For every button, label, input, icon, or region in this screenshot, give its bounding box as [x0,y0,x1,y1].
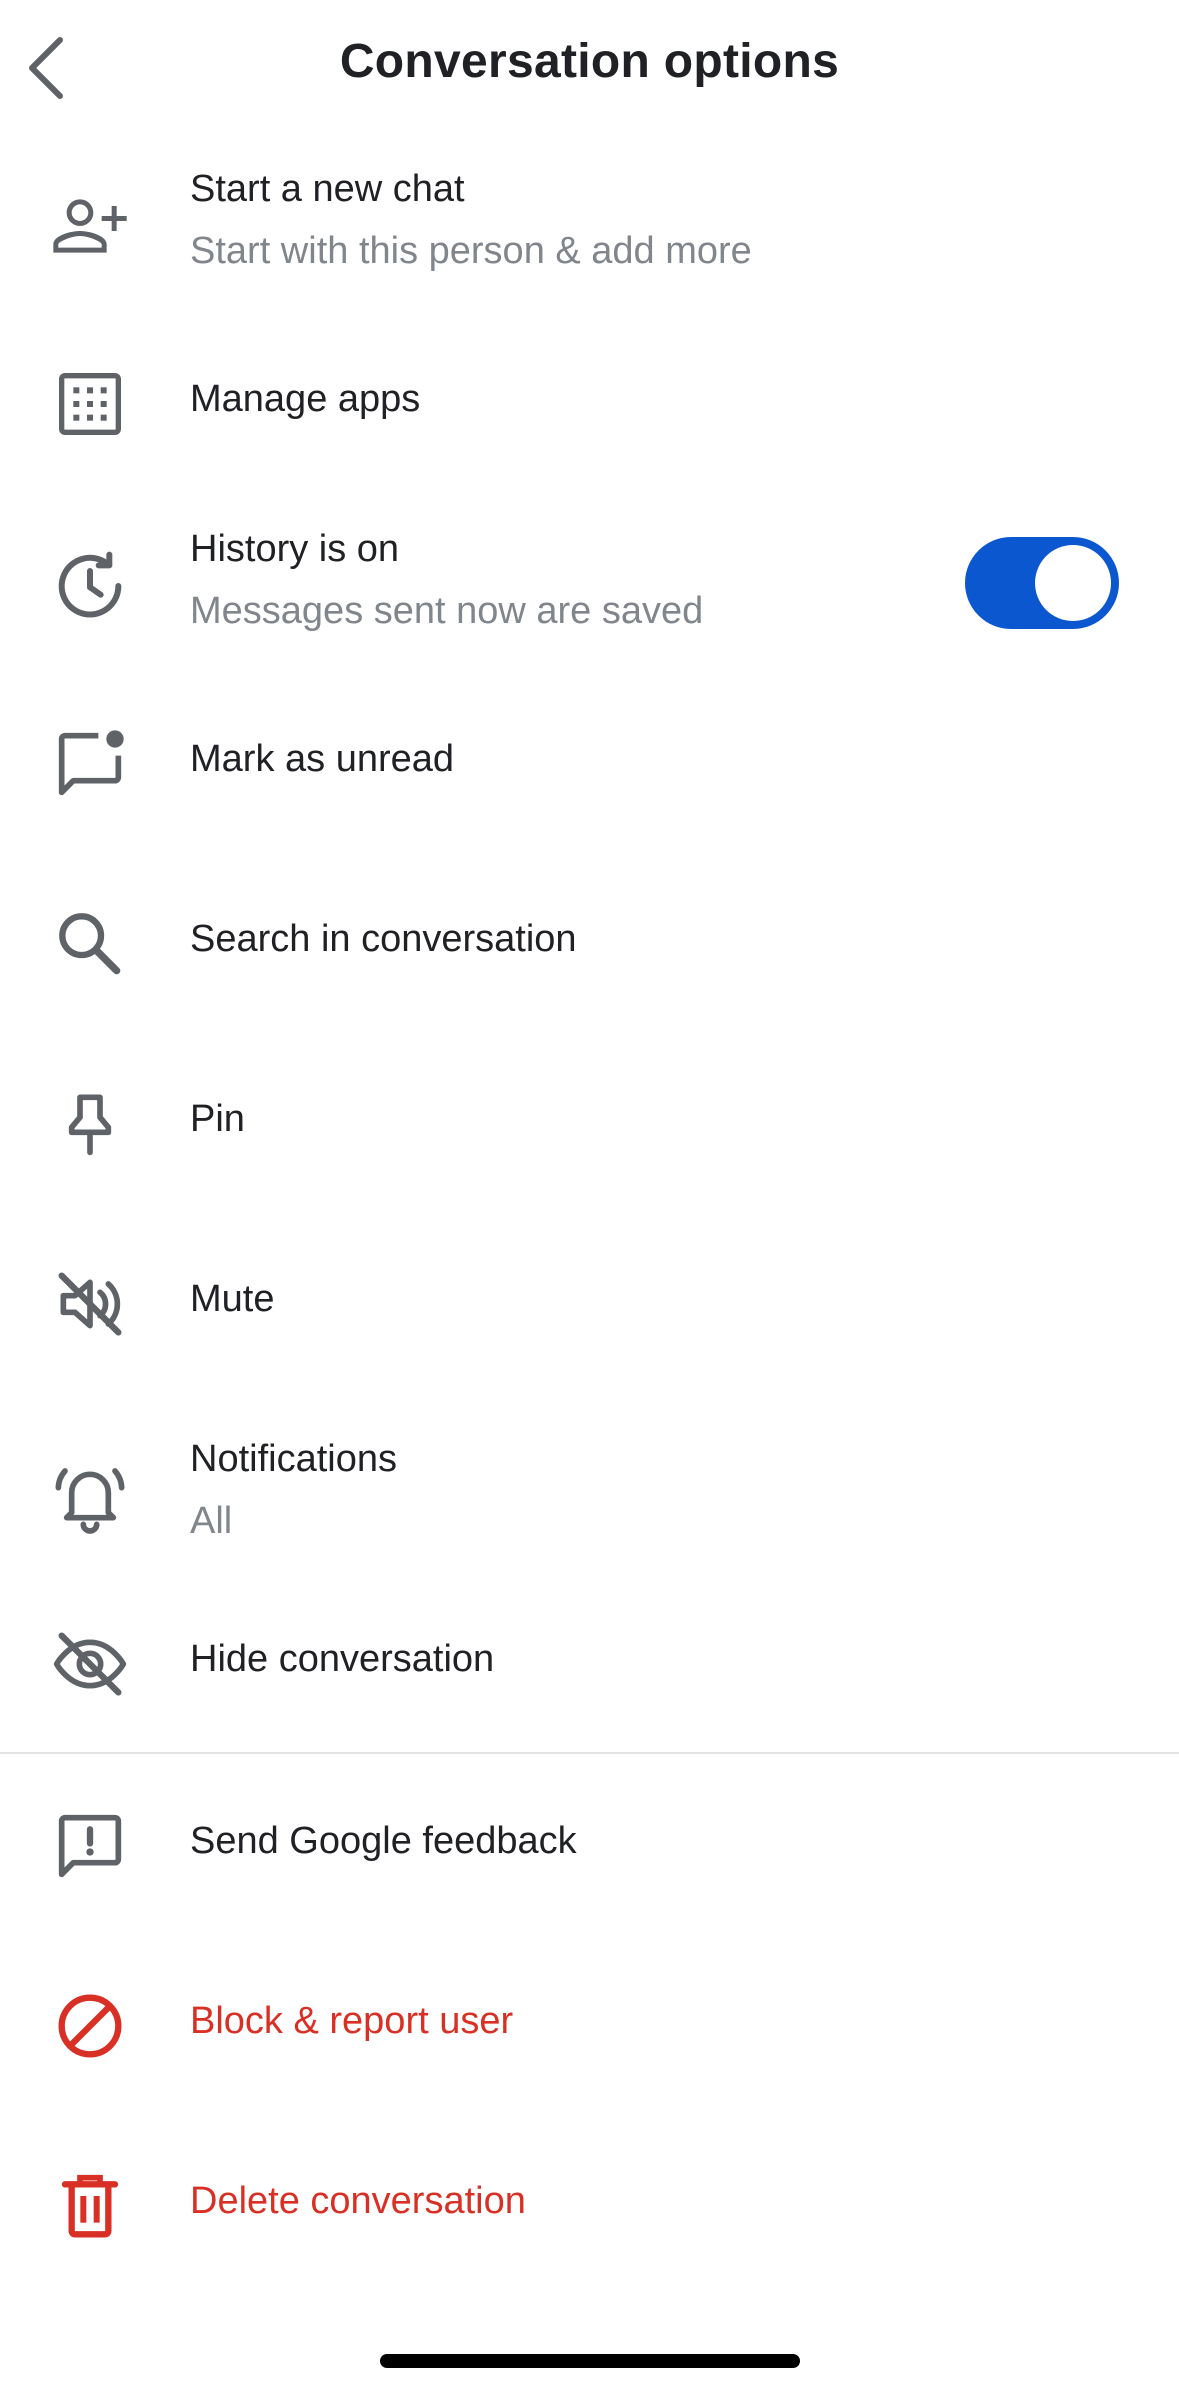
search-icon [50,904,130,984]
option-search[interactable]: Search in conversation [0,880,1179,1010]
block-icon [50,1986,130,2066]
option-label: Hide conversation [190,1638,495,1680]
option-notifications[interactable]: Notifications All [0,1420,1179,1570]
option-mute[interactable]: Mute [0,1240,1179,1370]
home-indicator[interactable] [380,2354,800,2368]
feedback-icon [50,1806,130,1886]
option-delete-conversation[interactable]: Delete conversation [0,2140,1179,2270]
option-label: Search in conversation [190,918,577,960]
option-label: Start a new chat [190,168,465,210]
option-label: Send Google feedback [190,1820,577,1862]
option-manage-apps[interactable]: Manage apps [0,340,1179,470]
bell-icon [50,1456,130,1536]
option-label: Mark as unread [190,738,455,780]
apps-grid-icon [50,364,130,444]
option-label: Delete conversation [190,2180,526,2222]
mark-unread-icon [50,724,130,804]
mute-icon [50,1264,130,1344]
option-pin[interactable]: Pin [0,1060,1179,1190]
option-send-feedback[interactable]: Send Google feedback [0,1780,1179,1910]
option-subtitle: All [190,1500,233,1542]
option-subtitle: Messages sent now are saved [190,590,704,632]
history-toggle[interactable] [965,537,1119,629]
option-label: Notifications [190,1438,397,1480]
option-subtitle: Start with this person & add more [190,230,752,272]
option-label: Manage apps [190,378,421,420]
page-title: Conversation options [339,35,840,88]
person-add-icon [50,186,130,266]
history-icon [50,546,130,626]
option-mark-unread[interactable]: Mark as unread [0,700,1179,830]
toggle-knob [1035,545,1111,621]
option-label: Block & report user [190,2000,514,2042]
option-block-report[interactable]: Block & report user [0,1960,1179,2090]
option-label: History is on [190,528,400,570]
hide-eye-icon [50,1624,130,1704]
section-divider [0,1752,1179,1754]
trash-icon [50,2166,130,2246]
pin-icon [50,1084,130,1164]
option-start-new-chat[interactable]: Start a new chat Start with this person … [0,150,1179,300]
option-hide-conversation[interactable]: Hide conversation [0,1600,1179,1730]
option-label: Mute [190,1278,275,1320]
top-bar: Conversation options [0,0,1179,140]
option-label: Pin [190,1098,245,1140]
